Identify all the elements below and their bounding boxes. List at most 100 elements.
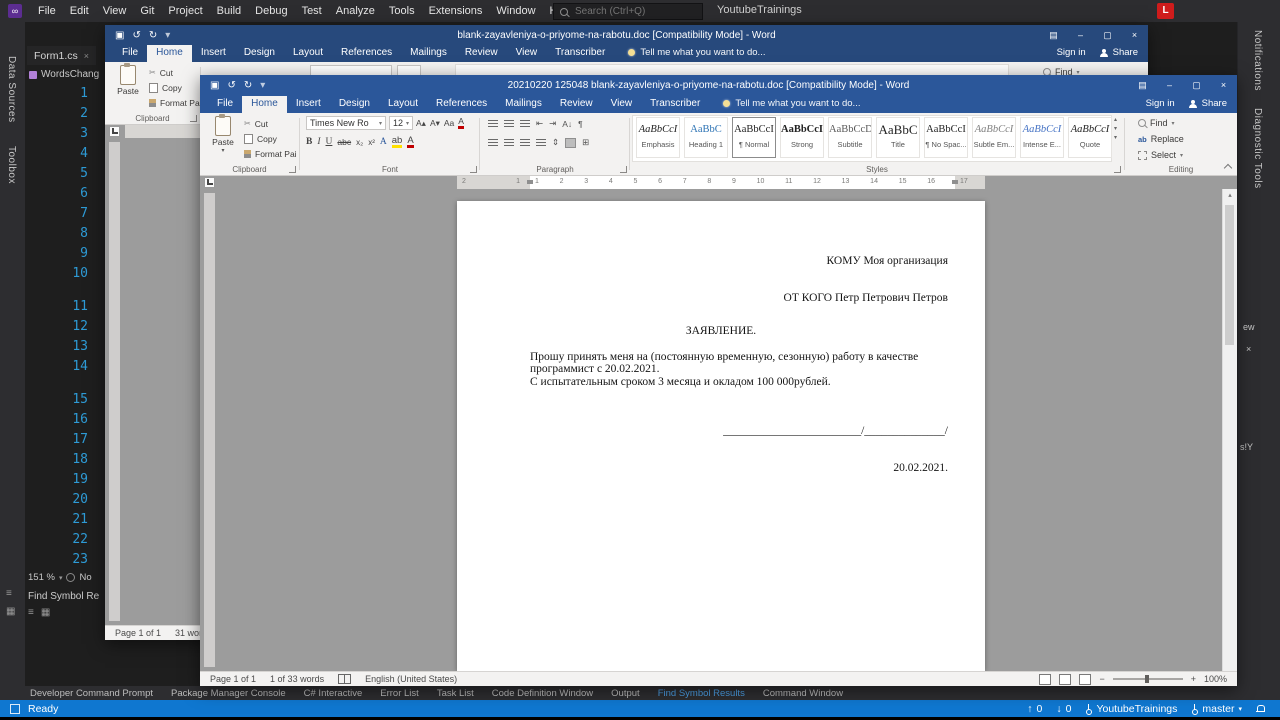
borders-button[interactable]: ⊞ [582, 137, 589, 148]
line-spacing-button[interactable]: ⇕ [552, 137, 559, 148]
vs-account-name[interactable]: YoutubeTrainings [717, 4, 802, 16]
qat-caret-icon[interactable]: ▾ [260, 80, 265, 91]
grid-icon[interactable]: ▦ [41, 607, 50, 618]
save-icon[interactable]: ▣ [210, 80, 219, 91]
print-layout-icon[interactable] [1059, 673, 1072, 685]
qat-caret-icon[interactable]: ▾ [165, 30, 170, 41]
tab-layout[interactable]: Layout [284, 45, 332, 62]
tab-stop-selector[interactable] [204, 177, 215, 188]
format-painter-button[interactable]: Format Painter [149, 97, 201, 108]
tab-mailings[interactable]: Mailings [401, 45, 456, 62]
page-indicator[interactable]: Page 1 of 1 [115, 628, 161, 638]
doc-signature-line[interactable]: ________________________/______________/ [723, 425, 948, 437]
cut-button[interactable]: ✂ Cut [149, 67, 201, 78]
strikethrough-button[interactable]: abc [337, 137, 351, 147]
doc-date-line[interactable]: 20.02.2021. [893, 462, 948, 474]
multilevel-list-button[interactable] [520, 119, 530, 128]
dialog-launcher-icon[interactable] [190, 115, 197, 122]
tab-review[interactable]: Review [456, 45, 507, 62]
undo-icon[interactable]: ↺ [227, 80, 235, 91]
decrease-indent-button[interactable]: ⇤ [536, 118, 543, 129]
close-icon[interactable]: × [1121, 25, 1148, 45]
web-layout-icon[interactable] [1079, 673, 1092, 685]
close-icon[interactable]: × [1210, 75, 1237, 95]
tab-design[interactable]: Design [330, 96, 379, 113]
format-painter-button[interactable]: Format Painter [244, 148, 296, 159]
tab-view[interactable]: View [602, 96, 642, 113]
copy-button[interactable]: Copy [244, 133, 296, 144]
maximize-icon[interactable]: ▢ [1183, 75, 1210, 95]
tool-window-tab[interactable]: Error List [380, 688, 419, 699]
underline-button[interactable]: U [326, 137, 333, 147]
vertical-scrollbar[interactable]: ▴ [1222, 189, 1237, 671]
ribbon-options-icon[interactable]: ▤ [1040, 25, 1067, 45]
doc-heading[interactable]: ЗАЯВЛЕНИЕ. [457, 325, 985, 337]
text-effects-button[interactable]: A [380, 137, 387, 147]
title-bar[interactable]: ▣ ↺ ↻ ▾ 20210220 125048 blank-zayavleniy… [200, 75, 1237, 95]
select-button[interactable]: Select ▾ [1138, 150, 1183, 160]
minimize-icon[interactable]: – [1156, 75, 1183, 95]
shrink-font-button[interactable]: A▾ [430, 118, 440, 129]
subscript-button[interactable]: x₂ [356, 138, 363, 147]
replace-button[interactable]: ab Replace [1138, 134, 1184, 144]
tab-references[interactable]: References [332, 45, 401, 62]
tab-view[interactable]: View [507, 45, 547, 62]
minimize-icon[interactable]: – [1067, 25, 1094, 45]
sign-in-link[interactable]: Sign in [1057, 47, 1086, 58]
menu-git[interactable]: Git [133, 5, 161, 17]
find-button[interactable]: Find ▾ [1138, 118, 1175, 128]
tab-transcriber[interactable]: Transcriber [546, 45, 614, 62]
tab-diagnostic-tools[interactable]: Diagnostic Tools [1252, 108, 1263, 189]
tab-insert[interactable]: Insert [192, 45, 235, 62]
tool-window-tab[interactable]: Find Symbol Results [658, 688, 745, 699]
title-bar[interactable]: ▣ ↺ ↻ ▾ blank-zayavleniya-o-priyome-na-r… [105, 25, 1148, 45]
copy-button[interactable]: Copy [149, 82, 201, 93]
italic-button[interactable]: I [317, 137, 320, 147]
scrollbar-thumb[interactable] [1225, 205, 1234, 345]
tab-file[interactable]: File [208, 96, 242, 113]
align-left-button[interactable] [488, 138, 498, 147]
tab-stop-selector[interactable] [109, 126, 120, 137]
bold-button[interactable]: B [306, 137, 312, 147]
tool-window-tab[interactable]: Command Window [763, 688, 843, 699]
menu-build[interactable]: Build [210, 5, 248, 17]
justify-button[interactable] [536, 138, 546, 147]
menu-file[interactable]: File [31, 5, 63, 17]
share-button[interactable]: Share [1189, 98, 1227, 109]
document-area[interactable]: КОМУ Моя организация ОТ КОГО Петр Петров… [200, 189, 1237, 671]
share-button[interactable]: Share [1100, 47, 1138, 58]
redo-icon[interactable]: ↻ [149, 30, 157, 41]
font-name-combo[interactable]: Times New Ro ▾ [306, 116, 386, 130]
word-count[interactable]: 1 of 33 words [270, 674, 324, 684]
vertical-ruler[interactable] [204, 193, 215, 667]
indent-marker[interactable] [952, 180, 958, 184]
tab-notifications[interactable]: Notifications [1252, 30, 1263, 91]
tab-design[interactable]: Design [235, 45, 284, 62]
shading-button[interactable] [565, 137, 577, 148]
sidebar-item-data-sources[interactable]: Data Sources [6, 56, 17, 123]
bullets-button[interactable] [488, 119, 498, 128]
change-case-button[interactable]: Aa [444, 118, 454, 128]
tool-window-tab[interactable]: Code Definition Window [492, 688, 593, 699]
read-mode-icon[interactable] [1039, 673, 1052, 685]
font-color-button[interactable]: A [407, 136, 414, 148]
clear-formatting-button[interactable]: A [458, 117, 464, 129]
tab-home[interactable]: Home [147, 45, 192, 62]
tab-home[interactable]: Home [242, 96, 287, 113]
tab-review[interactable]: Review [551, 96, 602, 113]
show-marks-button[interactable]: ¶ [578, 119, 583, 129]
dialog-launcher-icon[interactable] [620, 166, 627, 173]
align-center-button[interactable] [504, 138, 514, 147]
word-window-foreground[interactable]: ▣ ↺ ↻ ▾ 20210220 125048 blank-zayavleniy… [200, 75, 1237, 686]
cut-button[interactable]: ✂ Cut [244, 118, 296, 129]
menu-debug[interactable]: Debug [248, 5, 294, 17]
editor-zoom-control[interactable]: 151 % ▾ No [28, 572, 92, 583]
doc-sender-line[interactable]: ОТ КОГО Петр Петрович Петров [784, 292, 948, 304]
undo-icon[interactable]: ↺ [132, 30, 140, 41]
menu-view[interactable]: View [96, 5, 134, 17]
document-page[interactable]: КОМУ Моя организация ОТ КОГО Петр Петров… [457, 201, 985, 671]
numbering-button[interactable] [504, 119, 514, 128]
zoom-level[interactable]: 100% [1204, 674, 1227, 684]
panel-icon[interactable]: ≡ [6, 588, 12, 599]
menu-edit[interactable]: Edit [63, 5, 96, 17]
